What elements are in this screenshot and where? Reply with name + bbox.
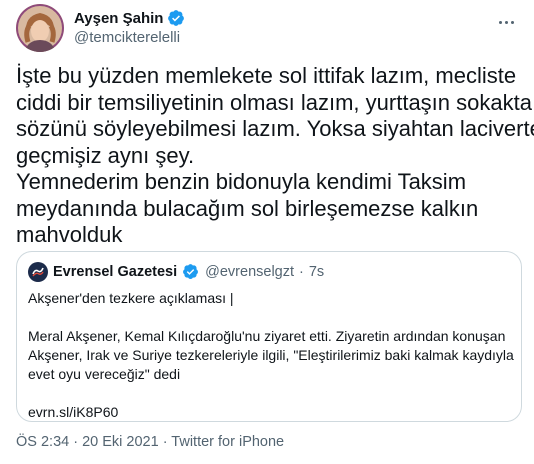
- quoted-timestamp[interactable]: 7s: [309, 264, 324, 280]
- quoted-body-line: Meral Akşener, Kemal Kılıçdaroğlu'nu ziy…: [28, 328, 506, 344]
- author-avatar[interactable]: [16, 4, 64, 52]
- quoted-tweet-card[interactable]: Evrensel Gazetesi @evrenselgzt · 7s Akşe…: [16, 251, 522, 422]
- tweet-line: mahvolduk: [16, 222, 123, 247]
- author-display-name[interactable]: Ayşen Şahin: [74, 10, 163, 27]
- quoted-headline: Akşener'den tezkere açıklaması |: [28, 290, 234, 306]
- verified-badge-icon: [182, 263, 200, 281]
- separator-dot: ·: [299, 264, 304, 280]
- tweet-text: İşte bu yüzden memlekete sol ittifak laz…: [16, 63, 534, 249]
- quoted-display-name[interactable]: Evrensel Gazetesi: [53, 264, 177, 280]
- tweet-line: İşte bu yüzden memlekete sol ittifak laz…: [16, 63, 517, 88]
- quoted-body-line: evet oyu vereceğiz" dedi: [28, 366, 181, 382]
- tweet-line: meydanında bulacağım sol birleşemezse ka…: [16, 195, 479, 221]
- tweet-card: Ayşen Şahin @temcikterelelli İşte bu yüz…: [0, 0, 534, 464]
- quoted-tweet-header: Evrensel Gazetesi @evrenselgzt · 7s: [28, 262, 324, 282]
- tweet-line: Yemnederim benzin bidonuyla kendimi Taks…: [16, 169, 467, 194]
- tweet-line: ciddi bir temsiliyetinin olması lazım, y…: [16, 89, 532, 115]
- quoted-handle[interactable]: @evrenselgzt: [205, 264, 294, 280]
- tweet-meta[interactable]: ÖS 2:34 · 20 Eki 2021 · Twitter for iPho…: [16, 434, 284, 450]
- quoted-body-line: Akşener, Irak ve Suriye tezkereleriyle i…: [28, 347, 514, 363]
- more-options-icon[interactable]: [492, 8, 520, 36]
- evrensel-logo-icon: [28, 262, 48, 282]
- tweet-line: sözünü söyleyebilmesi lazım. Yoksa siyah…: [16, 116, 534, 141]
- author-name-row[interactable]: Ayşen Şahin: [74, 9, 185, 27]
- quoted-link[interactable]: evrn.sl/iK8P60: [28, 403, 514, 422]
- quoted-tweet-body: Akşener'den tezkere açıklaması | Meral A…: [28, 289, 514, 422]
- tweet-line: geçmişiz aynı şey.: [16, 142, 195, 168]
- author-handle[interactable]: @temcikterelelli: [74, 29, 180, 46]
- verified-badge-icon: [167, 9, 185, 27]
